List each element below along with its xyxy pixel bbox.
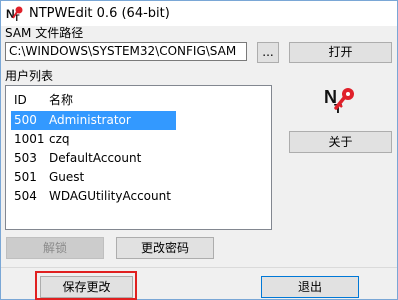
user-row[interactable]: 503 DefaultAccount xyxy=(11,149,176,168)
sam-path-input[interactable]: C:\WINDOWS\SYSTEM32\CONFIG\SAM xyxy=(5,42,247,61)
column-header-name: 名称 xyxy=(49,93,74,107)
ntpwedit-window: N T NTPWEdit 0.6 (64-bit) SAM 文件路径 C:\WI… xyxy=(0,0,398,300)
sam-path-label: SAM 文件路径 xyxy=(5,26,84,40)
user-id: 1001 xyxy=(14,132,45,146)
user-row[interactable]: 501 Guest xyxy=(11,168,176,187)
title-bar: N T NTPWEdit 0.6 (64-bit) xyxy=(1,1,397,26)
user-id: 503 xyxy=(14,151,37,165)
user-name: WDAGUtilityAccount xyxy=(49,189,171,203)
user-list[interactable]: ID 名称 500 Administrator 1001 czq 503 Def… xyxy=(5,85,272,230)
user-name: DefaultAccount xyxy=(49,151,142,165)
about-button[interactable]: 关于 xyxy=(289,131,392,153)
user-id: 500 xyxy=(14,113,37,127)
user-row[interactable]: 500 Administrator xyxy=(11,111,176,130)
user-list-label: 用户列表 xyxy=(5,69,54,83)
highlight-box xyxy=(35,271,137,300)
open-button[interactable]: 打开 xyxy=(289,42,392,63)
user-name: czq xyxy=(49,132,70,146)
user-row[interactable]: 1001 czq xyxy=(11,130,176,149)
unlock-button[interactable]: 解锁 xyxy=(6,237,104,259)
ntpwedit-logo-icon: N T xyxy=(324,87,354,114)
browse-button[interactable]: ... xyxy=(257,42,279,63)
change-password-button[interactable]: 更改密码 xyxy=(116,237,214,259)
user-name: Administrator xyxy=(49,113,131,127)
user-id: 504 xyxy=(14,189,37,203)
app-icon: N T xyxy=(6,6,23,23)
user-name: Guest xyxy=(49,170,85,184)
window-title: NTPWEdit 0.6 (64-bit) xyxy=(29,6,170,21)
bottom-divider xyxy=(1,267,397,268)
user-id: 501 xyxy=(14,170,37,184)
exit-button[interactable]: 退出 xyxy=(261,276,359,298)
user-row[interactable]: 504 WDAGUtilityAccount xyxy=(11,187,176,206)
column-header-id: ID xyxy=(14,93,27,107)
